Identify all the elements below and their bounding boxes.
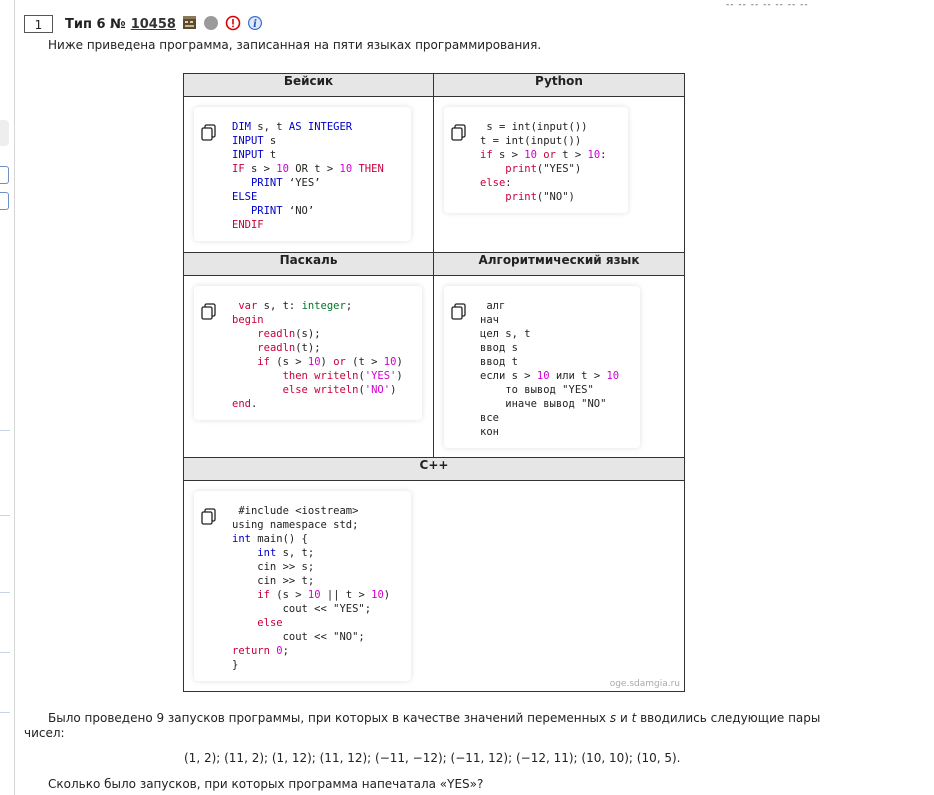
question-ask: Сколько было запусков, при которых прогр… (48, 777, 484, 791)
input-pairs: (1, 2); (11, 2); (1, 12); (11, 12); (−11… (184, 751, 681, 765)
intro-text: Ниже приведена программа, записанная на … (48, 38, 542, 52)
code-card-python: s = int(input()) t = int(input()) if s >… (444, 107, 628, 213)
code-cpp: #include <iostream> using namespace std;… (232, 505, 391, 671)
code-table: Бейсик Python DIM s, t AS INTEGER INPUT … (183, 73, 685, 692)
sidebar-divider (0, 515, 10, 516)
left-sidebar-edge (0, 0, 15, 795)
lang-header-cpp: C++ (183, 457, 685, 481)
film-icon[interactable] (182, 15, 197, 33)
code-pascal: var s, t: integer; begin readln(s); read… (232, 300, 403, 410)
sidebar-tab[interactable] (0, 120, 9, 146)
code-card-algo: алг нач цел s, t ввод s ввод t если s > … (444, 286, 640, 448)
svg-text:i: i (253, 19, 257, 30)
copy-icon[interactable] (201, 508, 216, 525)
sidebar-divider (0, 712, 10, 713)
question-line1: Было проведено 9 запусков программы, при… (48, 711, 821, 725)
copy-icon[interactable] (201, 303, 216, 320)
question-line2: чисел: (24, 726, 65, 740)
sidebar-tab[interactable] (0, 192, 9, 210)
top-dashes: -- -- -- -- -- -- -- (726, 0, 809, 10)
sidebar-divider (0, 592, 10, 593)
info-icon[interactable]: i (247, 15, 263, 34)
task-type-label: Тип 6 № (65, 16, 126, 32)
code-card-cpp: #include <iostream> using namespace std;… (194, 491, 411, 681)
sidebar-divider (0, 652, 10, 653)
code-python: s = int(input()) t = int(input()) if s >… (480, 121, 607, 203)
lang-header-python: Python (433, 73, 685, 97)
code-algo: алг нач цел s, t ввод s ввод t если s > … (480, 300, 620, 438)
grey-circle-icon[interactable] (203, 15, 219, 34)
code-card-pascal: var s, t: integer; begin readln(s); read… (194, 286, 422, 420)
alert-icon[interactable] (225, 15, 241, 34)
sidebar-tab[interactable] (0, 166, 9, 184)
task-header: 1 Тип 6 № 10458 i (24, 14, 263, 34)
task-id-link[interactable]: 10458 (131, 17, 176, 32)
copy-icon[interactable] (201, 124, 216, 141)
code-basic: DIM s, t AS INTEGER INPUT s INPUT t IF s… (232, 121, 384, 231)
code-card-basic: DIM s, t AS INTEGER INPUT s INPUT t IF s… (194, 107, 411, 241)
lang-header-pascal: Паскаль (183, 252, 434, 276)
lang-header-basic: Бейсик (183, 73, 434, 97)
lang-header-algo: Алгоритмический язык (433, 252, 685, 276)
copy-icon[interactable] (451, 124, 466, 141)
watermark: oge.sdamgia.ru (609, 679, 680, 689)
copy-icon[interactable] (451, 303, 466, 320)
task-number: 1 (24, 15, 53, 33)
sidebar-divider (0, 430, 10, 431)
